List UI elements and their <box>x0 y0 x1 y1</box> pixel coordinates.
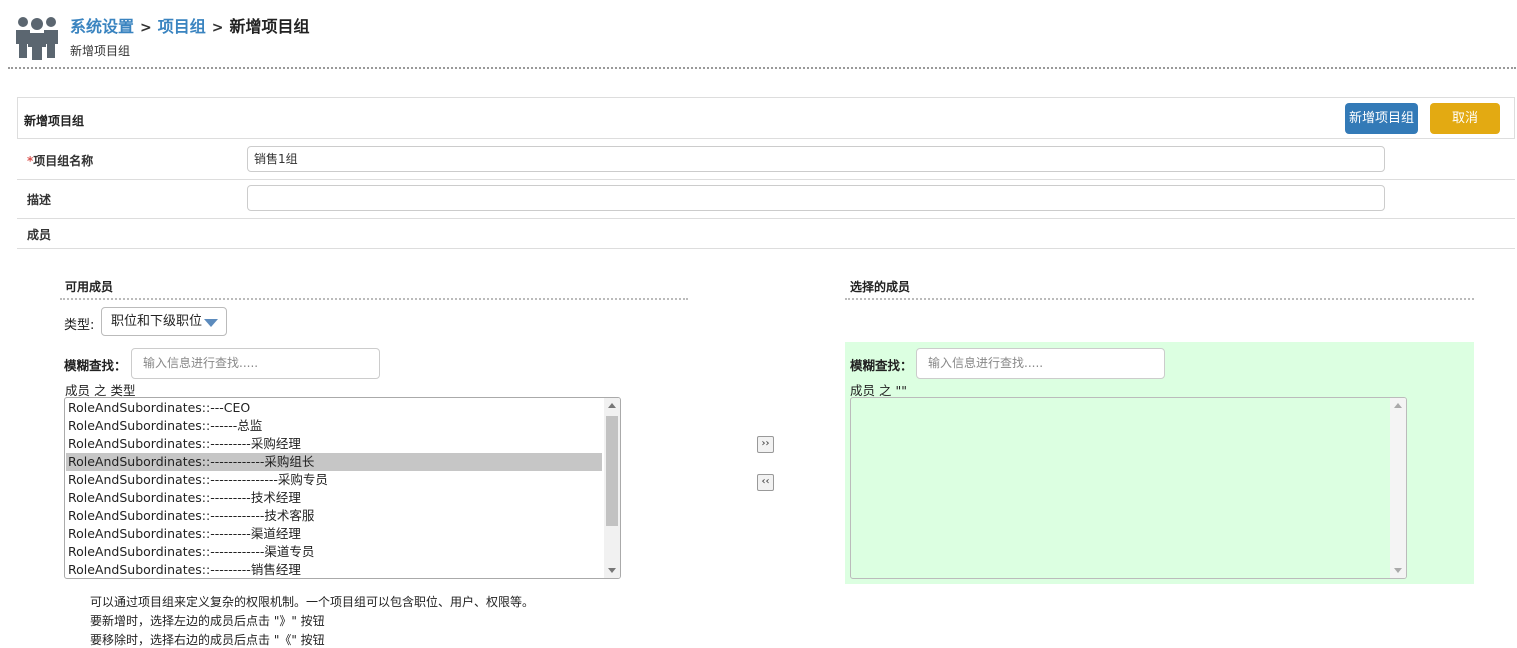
caret-down-icon <box>204 319 218 327</box>
breadcrumb-link-project-group[interactable]: 项目组 <box>158 17 206 36</box>
project-group-name-input[interactable]: 销售1组 <box>247 146 1385 172</box>
list-item[interactable]: RoleAndSubordinates::---------------采购专员 <box>66 471 602 489</box>
list-item[interactable]: RoleAndSubordinates::---------技术经理 <box>66 489 602 507</box>
add-project-group-button[interactable]: 新增项目组 <box>1345 103 1418 134</box>
selected-members-divider <box>845 298 1474 300</box>
list-item[interactable]: RoleAndSubordinates::------------采购组长 <box>66 453 602 471</box>
available-members-divider <box>60 298 688 300</box>
selected-search-input[interactable]: 输入信息进行查找..... <box>916 348 1165 379</box>
row-divider <box>17 218 1515 219</box>
list-item[interactable]: RoleAndSubordinates::---CEO <box>66 399 602 417</box>
available-list-scrollbar[interactable] <box>604 398 620 578</box>
scroll-down-icon[interactable] <box>1394 568 1402 573</box>
breadcrumb-link-system-settings[interactable]: 系统设置 <box>70 17 134 36</box>
breadcrumb: 系统设置 > 项目组 > 新增项目组 <box>70 13 310 37</box>
available-members-list[interactable]: RoleAndSubordinates::---CEO RoleAndSubord… <box>64 397 621 579</box>
scrollbar-thumb[interactable] <box>606 416 618 526</box>
available-search-input[interactable]: 输入信息进行查找..... <box>131 348 380 379</box>
list-item[interactable]: RoleAndSubordinates::---------销售经理 <box>66 561 602 578</box>
list-item[interactable]: RoleAndSubordinates::---------采购经理 <box>66 435 602 453</box>
row-divider <box>17 248 1515 249</box>
help-note-line1: 可以通过项目组来定义复杂的权限机制。一个项目组可以包含职位、用户、权限等。 <box>90 595 535 609</box>
description-label: 描述 <box>27 193 52 207</box>
members-label: 成员 <box>27 228 52 242</box>
selected-members-list[interactable] <box>850 397 1407 579</box>
page-subtitle: 新增项目组 <box>70 44 131 58</box>
form-panel-header <box>17 97 1515 139</box>
list-item[interactable]: RoleAndSubordinates::---------渠道经理 <box>66 525 602 543</box>
form-panel-title: 新增项目组 <box>24 114 85 128</box>
list-item[interactable]: RoleAndSubordinates::------------技术客服 <box>66 507 602 525</box>
group-people-icon <box>14 14 60 60</box>
name-label: *项目组名称 <box>27 152 93 169</box>
cancel-button[interactable]: 取消 <box>1430 103 1500 134</box>
help-note-line2: 要新增时，选择左边的成员后点击 "》" 按钮 <box>90 614 325 628</box>
available-search-label: 模糊查找： <box>64 358 127 373</box>
selected-list-scrollbar[interactable] <box>1390 398 1406 578</box>
breadcrumb-separator: > <box>140 20 152 36</box>
member-type-select[interactable]: 职位和下级职位 <box>101 307 227 336</box>
scroll-up-icon[interactable] <box>608 403 616 408</box>
selected-members-title: 选择的成员 <box>850 280 911 294</box>
help-note-line3: 要移除时，选择右边的成员后点击 "《" 按钮 <box>90 633 325 647</box>
list-item[interactable]: RoleAndSubordinates::------------渠道专员 <box>66 543 602 561</box>
remove-member-button[interactable]: ‹‹ <box>757 474 774 491</box>
name-label-text: 项目组名称 <box>33 154 94 168</box>
selected-search-label: 模糊查找： <box>850 358 913 373</box>
list-item[interactable]: RoleAndSubordinates::------总监 <box>66 417 602 435</box>
member-type-selected: 职位和下级职位 <box>111 314 203 329</box>
available-members-title: 可用成员 <box>65 280 114 294</box>
type-label: 类型: <box>64 318 95 333</box>
header-divider <box>8 67 1516 69</box>
scroll-down-icon[interactable] <box>608 568 616 573</box>
breadcrumb-current: 新增项目组 <box>229 17 310 36</box>
breadcrumb-separator: > <box>211 20 224 36</box>
scroll-up-icon[interactable] <box>1394 403 1402 408</box>
add-member-button[interactable]: ›› <box>757 436 774 453</box>
row-divider <box>17 179 1515 180</box>
description-input[interactable] <box>247 185 1385 211</box>
